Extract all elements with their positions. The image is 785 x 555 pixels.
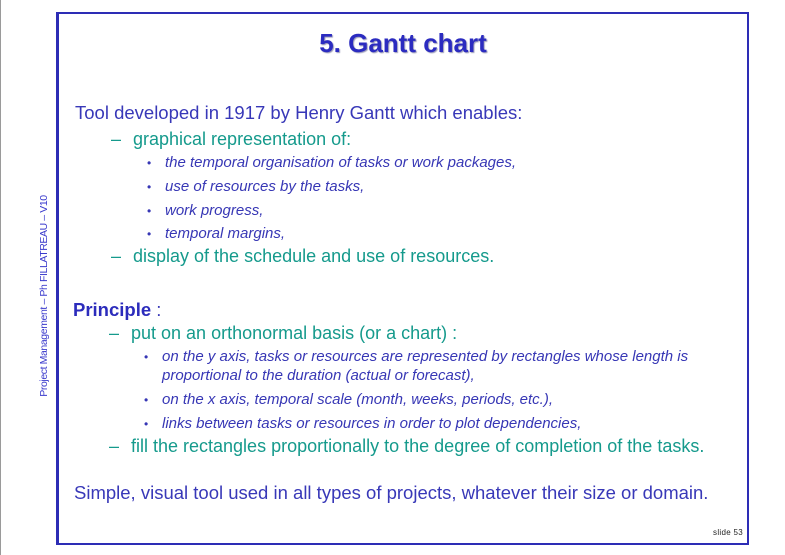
- left-margin-line: [0, 0, 1, 555]
- bullet-icon: •: [144, 393, 149, 407]
- dash-icon: –: [109, 323, 120, 343]
- sub-list-item: • the temporal organisation of tasks or w…: [147, 154, 516, 171]
- list-item: – put on an orthonormal basis (or a chart…: [109, 323, 457, 344]
- slide-number: slide 53: [713, 528, 743, 537]
- intro-text: Tool developed in 1917 by Henry Gantt wh…: [75, 102, 523, 123]
- sub-list-item-label: use of resources by the tasks,: [165, 178, 365, 195]
- sub-list-item-label: links between tasks or resources in orde…: [162, 415, 582, 432]
- sub-list-item: • on the y axis, tasks or resources are r…: [144, 348, 688, 365]
- bullet-icon: •: [144, 350, 149, 364]
- sub-list-item-label: work progress,: [165, 202, 264, 219]
- principle-label: Principle: [73, 299, 152, 320]
- dash-icon: –: [111, 246, 122, 266]
- page-title: 5. Gantt chart: [319, 28, 487, 58]
- list-item: – display of the schedule and use of reso…: [111, 246, 494, 267]
- list-item-label: graphical representation of:: [133, 129, 352, 149]
- sub-list-item-label: on the y axis, tasks or resources are re…: [162, 348, 689, 365]
- bullet-icon: •: [147, 180, 152, 194]
- sub-list-item-continuation: proportional to the duration (actual or …: [162, 367, 475, 384]
- dash-icon: –: [109, 436, 120, 456]
- bullet-icon: •: [147, 204, 152, 218]
- list-item-label: fill the rectangles proportionally to th…: [131, 436, 705, 456]
- dash-icon: –: [111, 129, 122, 149]
- principle-suffix: :: [151, 299, 162, 320]
- sub-list-item: • temporal margins,: [147, 225, 285, 242]
- sub-list-item-label: on the x axis, temporal scale (month, we…: [162, 391, 554, 408]
- sub-list-item: • links between tasks or resources in ord…: [144, 415, 581, 432]
- bullet-icon: •: [144, 417, 149, 431]
- sub-list-item-label: the temporal organisation of tasks or wo…: [165, 154, 517, 171]
- list-item-label: put on an orthonormal basis (or a chart)…: [131, 323, 458, 343]
- sub-list-item: • on the x axis, temporal scale (month, w…: [144, 391, 553, 408]
- sub-list-item-label: temporal margins,: [165, 225, 286, 242]
- bullet-icon: •: [147, 156, 152, 170]
- list-item-label: display of the schedule and use of resou…: [133, 246, 495, 266]
- list-item: – graphical representation of:: [111, 129, 351, 150]
- list-item: – fill the rectangles proportionally to t…: [109, 436, 704, 457]
- bullet-icon: •: [147, 227, 152, 241]
- principle-heading: Principle :: [73, 299, 161, 321]
- slide-frame: 5. Gantt chart Tool developed in 1917 by…: [56, 12, 749, 545]
- sub-list-item: • work progress,: [147, 202, 263, 219]
- closing-text: Simple, visual tool used in all types of…: [74, 482, 709, 503]
- sub-list-item: • use of resources by the tasks,: [147, 178, 364, 195]
- side-label: Project Management – Ph FILLATREAU – V10: [38, 195, 50, 397]
